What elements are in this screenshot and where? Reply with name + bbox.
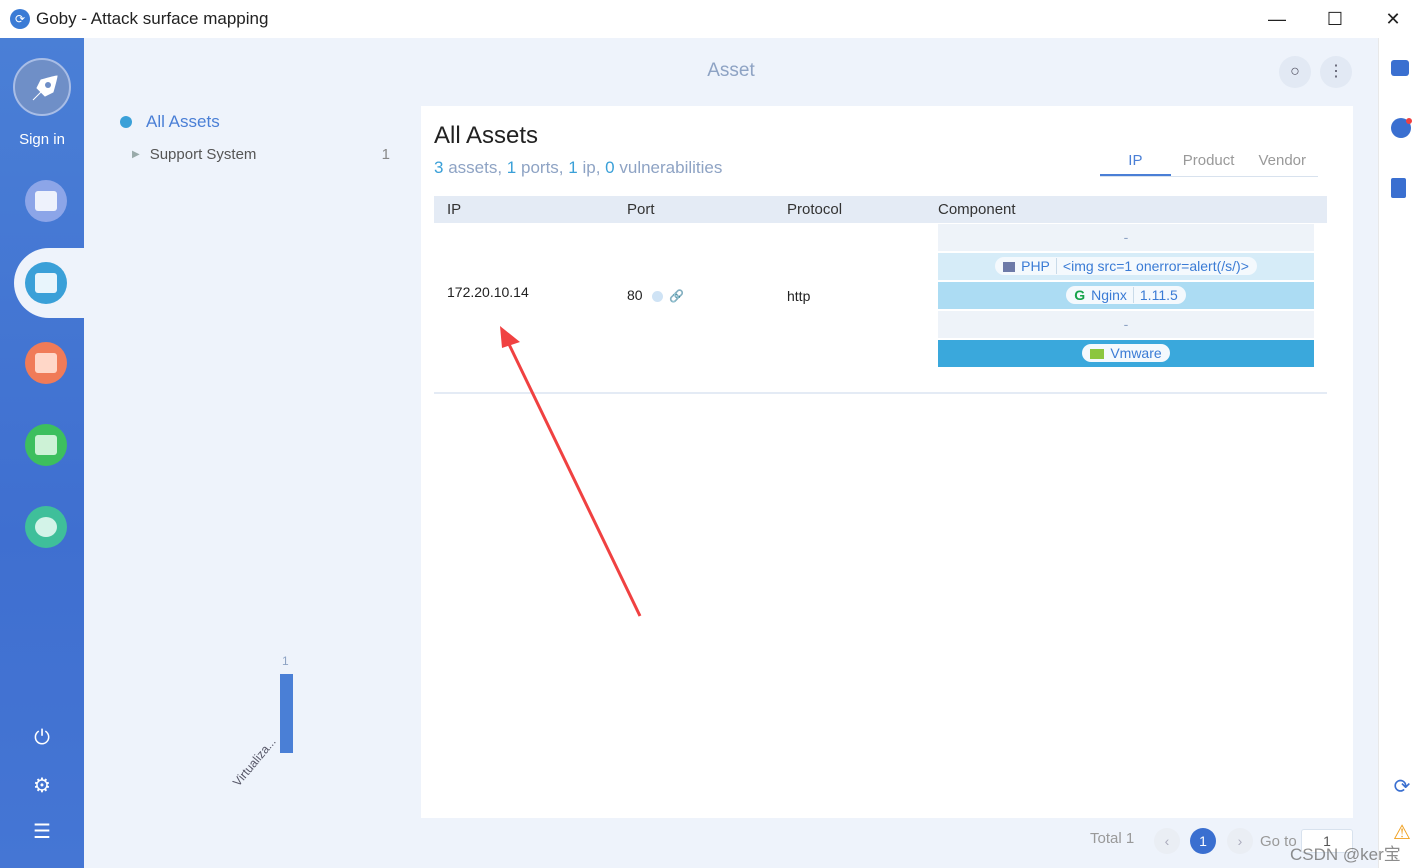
tree-item-count: 1 bbox=[381, 146, 390, 163]
kebab-icon: ⋮ bbox=[1328, 63, 1344, 80]
asset-tree: All Assets ▶ Support System 1 bbox=[120, 112, 390, 163]
vmware-icon bbox=[1090, 349, 1105, 360]
tree-item-label: Support System bbox=[149, 146, 257, 163]
column-protocol: Protocol bbox=[787, 201, 843, 218]
bar-value-label: 1 bbox=[282, 654, 289, 668]
bar[interactable] bbox=[280, 674, 293, 753]
link-icon[interactable]: 🔗 bbox=[669, 289, 684, 303]
component-vmware: Vmware bbox=[938, 340, 1314, 367]
category-bar-chart: 1 Virtualiza... bbox=[210, 650, 360, 820]
bar-category-label: Virtualiza... bbox=[230, 734, 279, 789]
port-cell: 80 🔗 bbox=[627, 287, 684, 303]
asset-summary: 3 assets, 1 ports, 1 ip, 0 vulnerabiliti… bbox=[434, 158, 722, 178]
pagination: Total 1 bbox=[1090, 830, 1134, 847]
chart-icon bbox=[35, 435, 57, 455]
php-name: PHP bbox=[1021, 258, 1050, 274]
tab-vendor[interactable]: Vendor bbox=[1246, 152, 1318, 176]
window-title: Goby - Attack surface mapping bbox=[36, 9, 269, 28]
ports-label: ports, bbox=[521, 158, 564, 177]
nginx-name: Nginx bbox=[1091, 287, 1127, 303]
refresh-icon[interactable]: ⟳ bbox=[1391, 776, 1413, 798]
nav-extension-button[interactable] bbox=[25, 506, 67, 548]
watermark: CSDN @ker宝 bbox=[1290, 845, 1401, 864]
avatar[interactable] bbox=[13, 58, 71, 116]
ip-cell[interactable]: 172.20.10.14 bbox=[447, 284, 529, 300]
minimize-button[interactable]: — bbox=[1248, 2, 1306, 36]
search-button[interactable]: ○ bbox=[1279, 56, 1311, 88]
php-icon bbox=[1003, 262, 1016, 273]
ip-count: 1 bbox=[568, 158, 578, 177]
vmware-tag[interactable]: Vmware bbox=[1082, 344, 1170, 362]
tree-root-label: All Assets bbox=[146, 112, 220, 131]
panel-title: All Assets bbox=[434, 122, 539, 149]
nav-asset-button[interactable] bbox=[25, 262, 67, 304]
add-scan-icon[interactable] bbox=[1391, 60, 1409, 76]
maximize-button[interactable]: ☐ bbox=[1306, 2, 1364, 36]
php-version: <img src=1 onerror=alert(/s/)> bbox=[1062, 258, 1249, 274]
vmware-name: Vmware bbox=[1110, 345, 1162, 361]
more-options-button[interactable]: ⋮ bbox=[1320, 56, 1352, 88]
tree-root-all-assets[interactable]: All Assets bbox=[120, 112, 390, 132]
annotation-arrow bbox=[500, 326, 642, 617]
assets-count: 3 bbox=[434, 158, 444, 177]
port-detail-icon[interactable] bbox=[652, 290, 664, 302]
tree-item-support-system[interactable]: ▶ Support System 1 bbox=[120, 146, 390, 163]
php-tag[interactable]: PHP <img src=1 onerror=alert(/s/)> bbox=[995, 257, 1257, 275]
nav-vulnerability-button[interactable] bbox=[25, 342, 67, 384]
column-ip: IP bbox=[447, 201, 462, 218]
bug-icon bbox=[35, 353, 57, 373]
ip-label: ip, bbox=[582, 158, 601, 177]
sign-in-link[interactable]: Sign in bbox=[0, 131, 84, 148]
power-icon[interactable]: ⏻ bbox=[30, 726, 54, 750]
notification-dot bbox=[1406, 118, 1412, 124]
nginx-icon: G bbox=[1074, 287, 1086, 303]
search-icon: ○ bbox=[1290, 63, 1300, 80]
table-header: IP Port Protocol Component bbox=[434, 196, 1327, 223]
tab-ip[interactable]: IP bbox=[1100, 152, 1171, 176]
nginx-version: 1.11.5 bbox=[1139, 287, 1178, 303]
nginx-tag[interactable]: G Nginx 1.11.5 bbox=[1066, 286, 1186, 304]
page-title: Asset bbox=[707, 60, 755, 81]
asset-list-icon bbox=[35, 273, 57, 293]
goby-logo-icon: ⟳ bbox=[10, 9, 30, 29]
right-toolbar: ⟳ ⚠ bbox=[1378, 38, 1424, 868]
current-page-button[interactable]: 1 bbox=[1190, 828, 1216, 854]
column-component: Component bbox=[938, 201, 1016, 218]
prev-page-button[interactable]: ‹ bbox=[1154, 828, 1180, 854]
title-bar: ⟳ Goby - Attack surface mapping — ☐ ✕ bbox=[0, 0, 1424, 39]
nav-report-button[interactable] bbox=[25, 424, 67, 466]
pager-total: Total 1 bbox=[1090, 830, 1135, 847]
menu-icon[interactable]: ☰ bbox=[30, 820, 54, 844]
ports-count: 1 bbox=[506, 158, 517, 177]
puzzle-icon bbox=[35, 517, 57, 537]
port-value: 80 bbox=[627, 287, 643, 303]
vulns-count: 0 bbox=[605, 158, 615, 177]
all-assets-icon bbox=[120, 116, 132, 128]
column-port: Port bbox=[627, 201, 655, 218]
nav-scan-button[interactable] bbox=[25, 180, 67, 222]
rocket-icon bbox=[32, 75, 58, 101]
close-button[interactable]: ✕ bbox=[1364, 2, 1422, 36]
report-icon[interactable] bbox=[1391, 178, 1406, 198]
component-empty: - bbox=[938, 224, 1314, 251]
caret-right-icon[interactable]: ▶ bbox=[132, 149, 140, 160]
component-php: PHP <img src=1 onerror=alert(/s/)> bbox=[938, 253, 1314, 280]
tab-product[interactable]: Product bbox=[1171, 152, 1247, 176]
left-sidebar: Sign in ⏻ ⚙ ☰ bbox=[0, 38, 86, 868]
view-tabs: IP Product Vendor bbox=[1100, 152, 1318, 177]
component-empty: - bbox=[938, 311, 1314, 338]
scan-icon bbox=[35, 191, 57, 211]
assets-label: assets, bbox=[448, 158, 503, 177]
next-page-button[interactable]: › bbox=[1227, 828, 1253, 854]
vulns-label: vulnerabilities bbox=[619, 158, 723, 177]
gear-icon[interactable]: ⚙ bbox=[30, 774, 54, 798]
component-nginx: G Nginx 1.11.5 bbox=[938, 282, 1314, 309]
protocol-cell: http bbox=[787, 288, 811, 304]
